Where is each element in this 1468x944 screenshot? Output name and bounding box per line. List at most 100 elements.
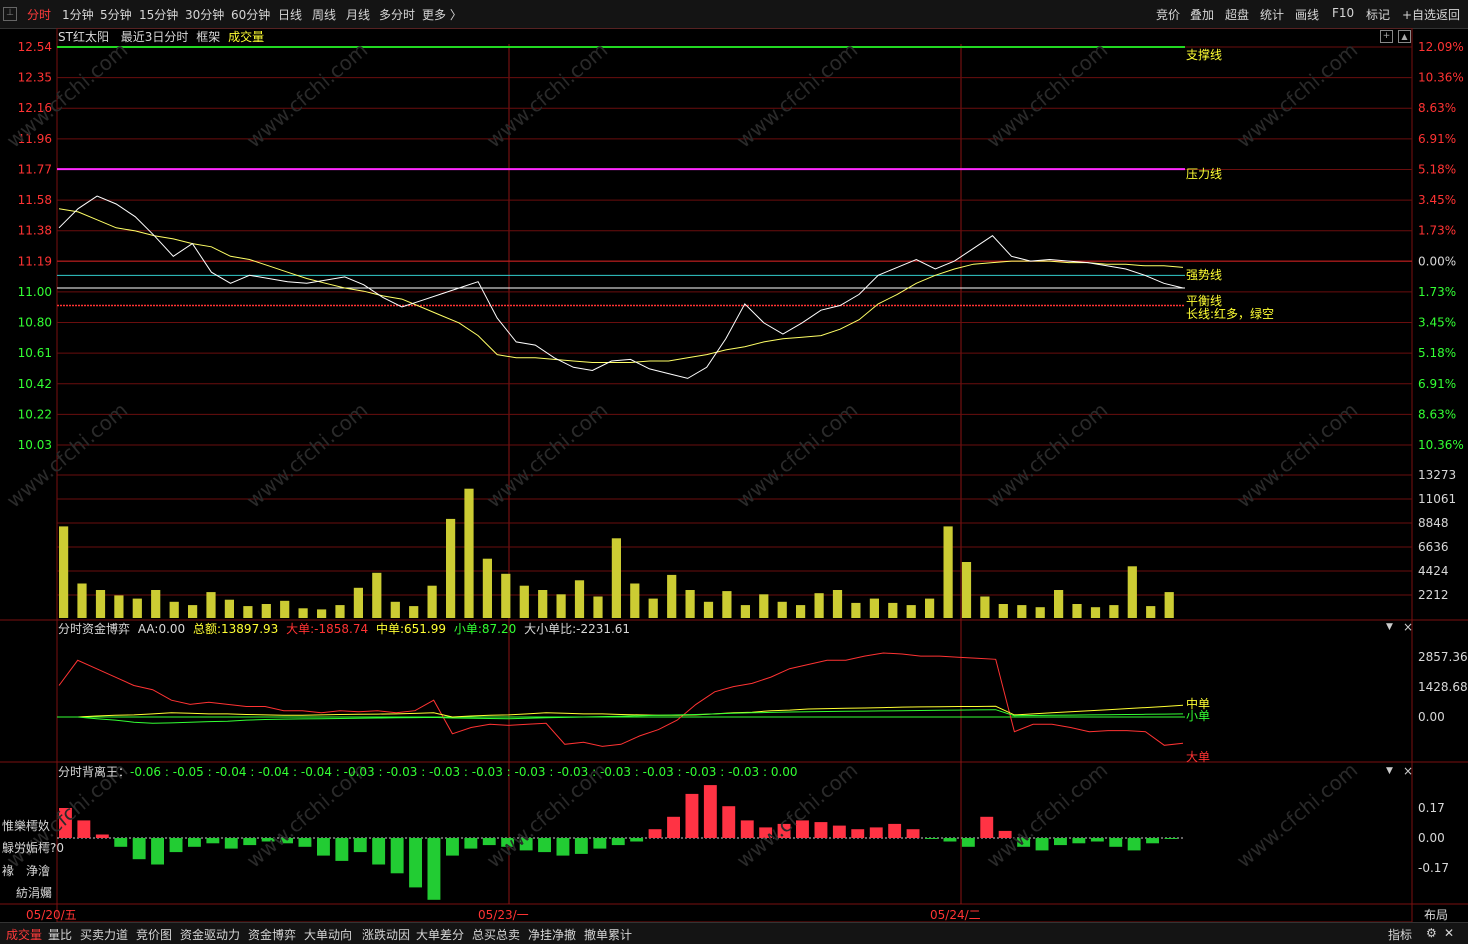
price-right-tick: 10.36%: [1418, 438, 1464, 452]
bottom-gear-icon[interactable]: ⚙: [1426, 926, 1437, 940]
volume-bar: [1072, 604, 1082, 618]
volume-bar: [114, 595, 124, 618]
div-bar: [906, 829, 920, 838]
div-bar: [390, 838, 404, 874]
tab-monthly[interactable]: 月线: [346, 6, 370, 23]
div-panel-close-icon[interactable]: ×: [1403, 764, 1413, 778]
volume-bar: [335, 605, 345, 618]
volume-bar: [869, 598, 879, 618]
mark-button[interactable]: 标记: [1366, 6, 1390, 23]
volume-bar: [851, 602, 861, 618]
volume-bar: [888, 602, 898, 618]
tab-5min[interactable]: 5分钟: [100, 6, 132, 23]
volume-right-tick: 4424: [1418, 564, 1449, 578]
volume-bar: [777, 601, 787, 618]
pressure-line-label: 压力线: [1186, 167, 1223, 181]
div-bar: [1072, 838, 1086, 844]
tab-daily[interactable]: 日线: [278, 6, 302, 23]
price-right-tick: 5.18%: [1418, 162, 1456, 176]
div-bar: [151, 838, 164, 865]
volume-right-tick: 13273: [1418, 468, 1456, 482]
back-button[interactable]: 返回: [1436, 6, 1460, 23]
big-value: -1858.74: [314, 622, 369, 636]
volume-bar: [685, 590, 695, 618]
volume-bar: [169, 601, 179, 618]
tab-15min[interactable]: 15分钟: [139, 6, 178, 23]
tab-60min[interactable]: 60分钟: [231, 6, 270, 23]
btab-volume-ratio[interactable]: 量比: [48, 926, 72, 943]
btab-buy-sell-force[interactable]: 买卖力道: [80, 926, 128, 943]
div-bar: [925, 838, 938, 839]
div-bar: [77, 820, 91, 838]
price-panel-up-icon[interactable]: ▲: [1398, 30, 1411, 43]
f10-button[interactable]: F10: [1332, 6, 1354, 20]
div-bar: [372, 838, 386, 865]
fund-panel-dropdown-icon[interactable]: ▼: [1386, 622, 1393, 632]
volume-bar: [796, 605, 806, 618]
div-bar: [703, 785, 717, 838]
layout-button[interactable]: 布局: [1424, 906, 1448, 923]
btab-rise-fall-cause[interactable]: 涨跌动因: [362, 926, 410, 943]
bid-button[interactable]: 竞价: [1156, 6, 1180, 23]
price-right-tick: 1.73%: [1418, 285, 1456, 299]
super-button[interactable]: 超盘: [1225, 6, 1249, 23]
mid-label: 中单:: [375, 622, 404, 636]
bottom-close-icon[interactable]: ✕: [1444, 926, 1454, 940]
div-bar: [206, 838, 220, 844]
tab-weekly[interactable]: 周线: [312, 6, 336, 23]
price-left-tick: 12.35: [18, 71, 52, 85]
btab-cancel-cumulative[interactable]: 撤单累计: [584, 926, 632, 943]
volume-bar: [95, 590, 106, 618]
price-right-tick: 1.73%: [1418, 224, 1456, 238]
volume-bar: [1054, 590, 1064, 618]
add-watch-button[interactable]: +自选: [1402, 6, 1436, 23]
btab-net-hang-cancel[interactable]: 净挂净撤: [528, 926, 576, 943]
frame-label[interactable]: 框架: [196, 30, 220, 44]
btab-big-order-diff[interactable]: 大单差分: [416, 926, 464, 943]
watermark-text: www.cfchi.com: [482, 38, 612, 153]
btab-volume[interactable]: 成交量: [6, 926, 42, 943]
volume-bar: [593, 596, 603, 618]
draw-button[interactable]: 画线: [1295, 6, 1319, 23]
volume-bar: [814, 593, 824, 618]
price-right-tick: 8.63%: [1418, 101, 1456, 115]
price-panel-settings-icon[interactable]: +: [1380, 30, 1393, 43]
fund-panel-close-icon[interactable]: ×: [1403, 620, 1413, 634]
chart-area[interactable]: 12.54 12.09%12.35 10.36%12.16 8.63%11.96 6.9…: [0, 28, 1468, 922]
volume-bar: [1146, 606, 1156, 618]
volume-bar: [1164, 592, 1174, 618]
volume-bar: [280, 600, 290, 618]
avg-price-line: [58, 208, 1184, 363]
volume-label[interactable]: 成交量: [228, 30, 264, 44]
indicator-button[interactable]: 指标: [1388, 926, 1412, 943]
btab-fund-game[interactable]: 资金博弈: [248, 926, 296, 943]
div-bar: [427, 838, 441, 900]
tab-30min[interactable]: 30分钟: [185, 6, 224, 23]
tab-1min[interactable]: 1分钟: [62, 6, 94, 23]
div-values: -0.06 : -0.05 : -0.04 : -0.04 : -0.04 : …: [130, 765, 798, 779]
btab-total-buy-sell[interactable]: 总买总卖: [472, 926, 520, 943]
tab-timeshare[interactable]: 分时: [27, 6, 51, 23]
volume-bar: [77, 583, 87, 618]
div-panel-dropdown-icon[interactable]: ▼: [1386, 766, 1393, 776]
small-label: 小单:: [453, 622, 482, 636]
btab-bid-chart[interactable]: 竞价图: [136, 926, 172, 943]
volume-bar: [482, 558, 492, 618]
window-menu-icon[interactable]: ⊥: [3, 7, 17, 21]
btab-fund-drive[interactable]: 资金驱动力: [180, 926, 240, 943]
div-panel-header: 分时背离王：-0.06 : -0.05 : -0.04 : -0.04 : -0…: [58, 763, 798, 780]
volume-bar: [427, 585, 437, 618]
overlay-button[interactable]: 叠加: [1190, 6, 1214, 23]
div-side-label-3: 褖: [2, 864, 15, 878]
tab-more[interactable]: 更多 〉: [422, 6, 462, 23]
volume-bar: [188, 605, 198, 618]
volume-bar: [1109, 605, 1119, 618]
price-right-tick: 6.91%: [1418, 132, 1456, 146]
stats-button[interactable]: 统计: [1260, 6, 1284, 23]
volume-bar: [59, 526, 69, 618]
tab-multi-timeshare[interactable]: 多分时: [379, 6, 415, 23]
div-bar: [832, 825, 846, 838]
btab-big-order-trend[interactable]: 大单动向: [304, 926, 352, 943]
div-bar: [648, 829, 662, 838]
chart-mode[interactable]: 最近3日分时: [121, 30, 189, 44]
